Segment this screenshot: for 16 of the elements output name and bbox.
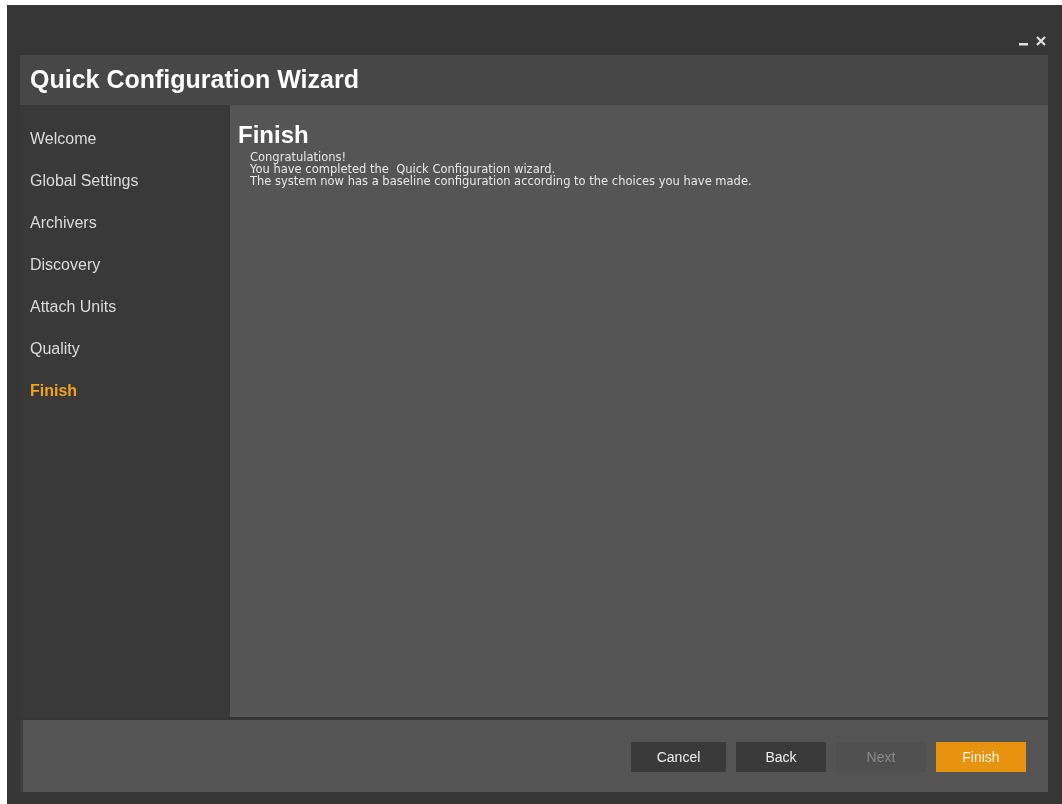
window-title: Quick Configuration Wizard	[30, 64, 359, 96]
wizard-button[interactable]: Cancel	[631, 742, 726, 772]
close-icon[interactable]	[1036, 36, 1046, 46]
wizard-step[interactable]: Finish	[30, 379, 78, 403]
wizard-step[interactable]: Archivers	[30, 211, 97, 235]
wizard-button[interactable]: Back	[736, 742, 826, 772]
wizard-step[interactable]: Welcome	[30, 127, 97, 151]
message-line: The system now has a baseline configuration according to the choices you have made.	[250, 175, 752, 187]
message-line: Congratulations!	[250, 151, 347, 163]
wizard-step[interactable]: Discovery	[30, 253, 101, 277]
wizard-step[interactable]: Attach Units	[30, 295, 117, 319]
message-line: You have completed the Quick Configuration wizard.	[250, 163, 556, 175]
wizard-step[interactable]: Global Settings	[30, 169, 139, 193]
page-heading: Finish	[238, 121, 310, 149]
minimize-icon[interactable]	[1019, 43, 1028, 46]
wizard-step[interactable]: Quality	[30, 337, 80, 361]
